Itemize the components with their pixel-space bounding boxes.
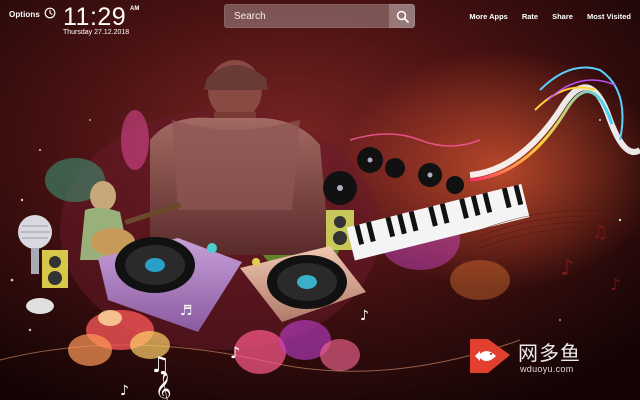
watermark-cn-text: 网多鱼 [518, 343, 581, 365]
search-button[interactable] [389, 4, 415, 28]
top-nav: More Apps Rate Share Most Visited [469, 12, 631, 21]
svg-text:♪: ♪ [120, 383, 129, 399]
watermark: 网多鱼 wduoyu.com [466, 333, 626, 383]
svg-text:♪: ♪ [560, 256, 574, 281]
svg-text:♪: ♪ [360, 308, 369, 324]
svg-text:♪: ♪ [610, 275, 620, 294]
search-icon [396, 10, 409, 23]
svg-text:♬: ♬ [180, 303, 193, 319]
svg-text:♪: ♪ [230, 343, 240, 362]
clock-time: 11:29 [63, 3, 127, 31]
nav-share[interactable]: Share [552, 12, 573, 21]
clock-icon[interactable] [44, 7, 56, 19]
svg-text:♪: ♪ [520, 238, 529, 254]
clock-date: Thursday 27.12.2018 [63, 29, 130, 36]
watermark-en-text: wduoyu.com [520, 364, 574, 374]
top-bar: Options 11:29 AM Thursday 27.12.2018 Mor… [0, 0, 640, 44]
svg-text:♫: ♫ [592, 222, 608, 243]
fish-logo-icon [470, 339, 510, 373]
options-link[interactable]: Options [9, 10, 40, 19]
nav-rate[interactable]: Rate [522, 12, 538, 21]
search-bar [224, 4, 415, 28]
search-input[interactable] [224, 4, 389, 28]
svg-text:𝄞: 𝄞 [155, 372, 172, 400]
nav-most-visited[interactable]: Most Visited [587, 12, 631, 21]
nav-more-apps[interactable]: More Apps [469, 12, 507, 21]
clock-ampm: AM [130, 6, 140, 12]
